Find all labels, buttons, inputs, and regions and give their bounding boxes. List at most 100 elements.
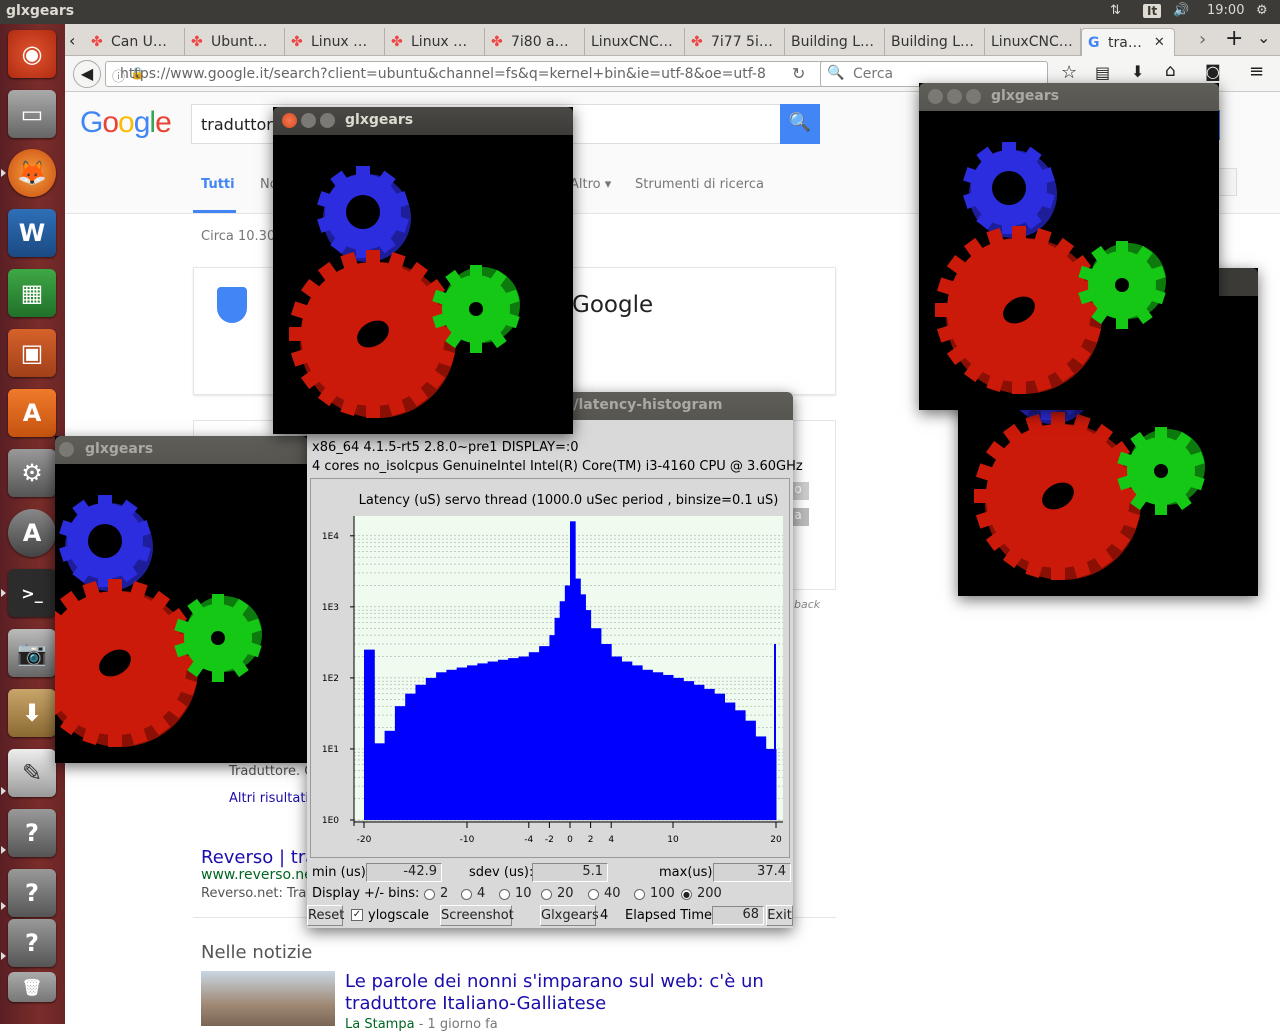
glxgears-window-main[interactable]: glxgears bbox=[273, 107, 573, 434]
system-settings-icon[interactable]: ⚙ bbox=[8, 449, 56, 497]
news-thumbnail[interactable] bbox=[201, 971, 335, 1026]
browser-tab[interactable]: ✤ Ubunt… bbox=[185, 28, 285, 56]
clock[interactable]: 19:00 bbox=[1207, 3, 1244, 18]
glxgears-button[interactable]: Glxgears bbox=[540, 905, 599, 926]
browser-tab[interactable]: ✤ 7i77 5i… bbox=[685, 28, 785, 56]
terminal-icon[interactable]: >_ bbox=[8, 569, 56, 617]
archive-manager-icon[interactable]: ⬇ bbox=[8, 689, 56, 737]
reading-list-icon[interactable]: ▤ bbox=[1095, 63, 1110, 82]
firefox-icon[interactable]: 🦊 bbox=[8, 149, 56, 197]
min-value: -42.9 bbox=[366, 863, 442, 882]
histogram-bar bbox=[477, 663, 489, 820]
browser-tab[interactable]: ✤ Linux … bbox=[385, 28, 485, 56]
result-title-link[interactable]: Reverso | tra bbox=[201, 847, 316, 868]
tab-scroll-right-icon[interactable]: › bbox=[1199, 29, 1206, 50]
browser-tab[interactable]: Building L… bbox=[785, 28, 885, 56]
google-logo[interactable]: Google bbox=[80, 106, 172, 140]
power-gear-icon[interactable]: ⚙ bbox=[1256, 3, 1268, 18]
latency-histogram-window[interactable]: s/latency-histogram x86_64 4.1.5-rt5 2.8… bbox=[307, 392, 803, 928]
maximize-window-icon[interactable] bbox=[966, 89, 981, 104]
maximize-window-icon[interactable] bbox=[320, 113, 335, 128]
close-window-icon[interactable] bbox=[928, 89, 943, 104]
tab-list-icon[interactable]: ⌄ bbox=[1257, 28, 1270, 47]
libreoffice-calc-icon[interactable]: ▦ bbox=[8, 269, 56, 317]
bins-radio-2[interactable] bbox=[424, 889, 435, 900]
files-icon[interactable]: ▭ bbox=[8, 90, 56, 138]
histogram-bar bbox=[570, 521, 576, 820]
y-tick-label: 1E2 bbox=[322, 674, 339, 684]
feedback-link[interactable]: back bbox=[794, 598, 820, 611]
histogram-bar bbox=[652, 672, 664, 820]
bins-radio-100[interactable] bbox=[634, 889, 645, 900]
url-bar[interactable]: ⓘ 🔒 https://www.google.it/search?client=… bbox=[105, 61, 825, 87]
glxgears-window-left[interactable]: glxgears bbox=[55, 436, 308, 763]
tab-more[interactable]: Altro ▾ bbox=[570, 177, 611, 192]
x-tick-label: -10 bbox=[460, 835, 475, 845]
tab-search-tools[interactable]: Strumenti di ricerca bbox=[635, 177, 764, 192]
bins-radio-20[interactable] bbox=[541, 889, 552, 900]
back-button-icon[interactable]: ◀ bbox=[73, 60, 101, 88]
browser-tab-active[interactable]: Gtra… ✕ bbox=[1081, 28, 1175, 56]
google-search-button[interactable]: 🔍 bbox=[780, 104, 820, 144]
bookmark-star-icon[interactable]: ☆ bbox=[1061, 62, 1077, 83]
account-shield-icon bbox=[217, 287, 247, 323]
browser-tab[interactable]: ✤ Linux … bbox=[285, 28, 385, 56]
histogram-bar bbox=[590, 628, 602, 820]
tab-scroll-left-icon[interactable]: ‹ bbox=[69, 31, 75, 50]
ubuntu-dash-icon[interactable]: ◉ bbox=[8, 30, 56, 78]
window-titlebar[interactable]: glxgears bbox=[919, 83, 1219, 111]
unknown-app-icon[interactable]: ? bbox=[8, 809, 56, 857]
reset-button[interactable]: Reset bbox=[307, 905, 344, 926]
bins-radio-4[interactable] bbox=[461, 889, 472, 900]
browser-tab[interactable]: LinuxCNC… bbox=[585, 28, 685, 56]
url-text[interactable]: https://www.google.it/search?client=ubun… bbox=[120, 66, 800, 82]
libreoffice-writer-icon[interactable]: W bbox=[8, 209, 56, 257]
bins-radio-10[interactable] bbox=[499, 889, 510, 900]
histogram-bar bbox=[425, 677, 437, 820]
menu-icon[interactable]: ≡ bbox=[1249, 61, 1264, 82]
more-results-link[interactable]: Altri risultati i bbox=[229, 791, 317, 806]
window-titlebar[interactable]: glxgears bbox=[273, 107, 573, 135]
reload-icon[interactable]: ↻ bbox=[792, 64, 805, 83]
maximize-window-icon[interactable] bbox=[59, 442, 74, 457]
unknown-app-icon[interactable]: ? bbox=[8, 919, 56, 967]
tab-all[interactable]: Tutti bbox=[201, 177, 235, 192]
close-window-icon[interactable] bbox=[282, 113, 297, 128]
browser-tab[interactable]: ✤ Can U… bbox=[85, 28, 185, 56]
bins-radio-group: 2 4 10 20 40 100 ● 200 bbox=[424, 886, 784, 904]
news-header: Nelle notizie bbox=[201, 942, 313, 963]
new-tab-icon[interactable]: + bbox=[1225, 26, 1243, 51]
software-center-icon[interactable]: A bbox=[8, 389, 56, 437]
window-titlebar[interactable]: glxgears bbox=[55, 436, 308, 464]
histogram-bar bbox=[436, 672, 447, 820]
close-tab-icon[interactable]: ✕ bbox=[1154, 35, 1165, 50]
exit-button[interactable]: Exit bbox=[766, 905, 793, 926]
histogram-bar bbox=[580, 594, 586, 820]
ylogscale-checkbox[interactable]: ✓ bbox=[351, 909, 363, 921]
unknown-app-icon[interactable]: ? bbox=[8, 869, 56, 917]
keyboard-layout-indicator[interactable]: It bbox=[1143, 4, 1162, 18]
camera-icon[interactable]: 📷 bbox=[8, 629, 56, 677]
volume-icon[interactable]: 🔊 bbox=[1173, 3, 1189, 18]
histogram-bar bbox=[528, 652, 540, 820]
histogram-bar bbox=[446, 669, 458, 820]
browser-tab[interactable]: ✤ 7i80 a… bbox=[485, 28, 585, 56]
home-icon[interactable]: ⌂ bbox=[1165, 61, 1176, 81]
glxgears-window-right[interactable]: glxgears bbox=[919, 83, 1219, 410]
browser-tab[interactable]: LinuxCNC… bbox=[985, 28, 1081, 56]
browser-tab[interactable]: Building L… bbox=[885, 28, 985, 56]
pocket-icon[interactable]: ◙ bbox=[1205, 62, 1221, 81]
minimize-window-icon[interactable] bbox=[947, 89, 962, 104]
screenshot-button[interactable]: Screenshot bbox=[440, 905, 514, 926]
libreoffice-impress-icon[interactable]: ▣ bbox=[8, 329, 56, 377]
trash-icon[interactable]: 🗑 bbox=[8, 972, 56, 1002]
downloads-icon[interactable]: ⬇ bbox=[1131, 62, 1144, 81]
software-updater-icon[interactable]: A bbox=[8, 509, 56, 557]
bins-radio-40[interactable] bbox=[588, 889, 599, 900]
text-editor-icon[interactable]: ✎ bbox=[8, 749, 56, 797]
histogram-bar bbox=[662, 674, 674, 820]
bins-radio-200[interactable]: ● bbox=[681, 889, 692, 900]
minimize-window-icon[interactable] bbox=[301, 113, 316, 128]
network-icon[interactable]: ⇅ bbox=[1110, 3, 1121, 18]
news-title-link[interactable]: Le parole dei nonni s'imparano sul web: … bbox=[345, 971, 815, 1015]
